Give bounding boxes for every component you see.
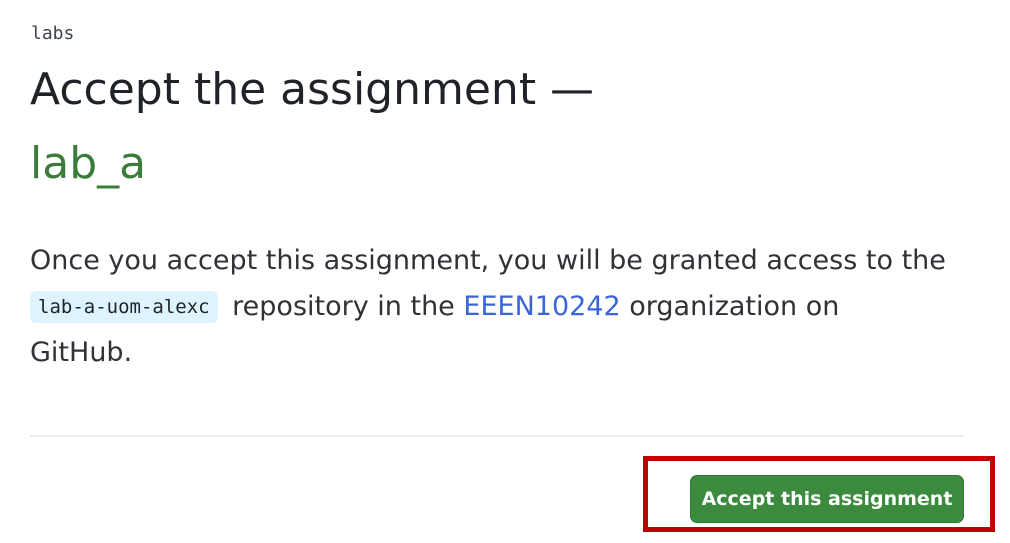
page-title: Accept the assignment — <box>30 64 595 115</box>
description-middle: repository in the <box>223 291 464 322</box>
breadcrumb-classroom[interactable]: labs <box>31 20 74 48</box>
repository-name: lab-a-uom-alexc <box>30 291 218 323</box>
accept-assignment-button[interactable]: Accept this assignment <box>690 475 964 523</box>
organization-link[interactable]: EEEN10242 <box>463 291 620 322</box>
assignment-description: Once you accept this assignment, you wil… <box>30 238 950 376</box>
divider <box>30 435 964 437</box>
description-prefix: Once you accept this assignment, you wil… <box>30 245 946 276</box>
assignment-name: lab_a <box>30 138 147 189</box>
